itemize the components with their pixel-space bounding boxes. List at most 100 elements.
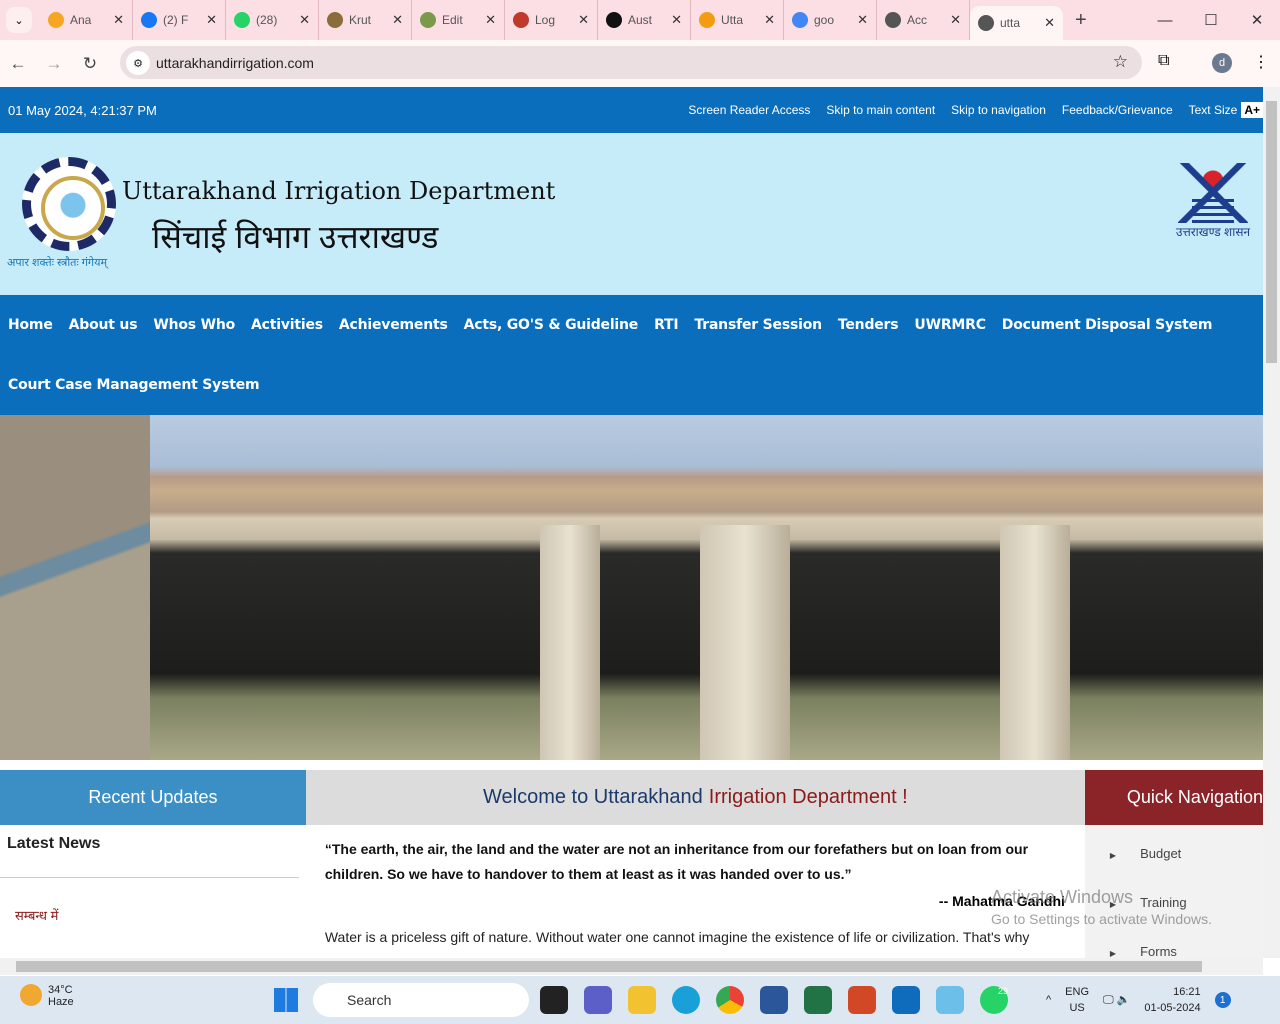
bullet-icon: ▶ xyxy=(1109,949,1117,958)
network-volume-icon[interactable]: 🖵 🔈 xyxy=(1103,993,1130,1007)
nav-item[interactable]: Acts, GO'S & Guideline xyxy=(464,295,639,355)
browser-tab[interactable]: utta ✕ xyxy=(970,6,1063,40)
system-tray: ^ ENG US 🖵 🔈 16:21 01-05-2024 1 xyxy=(1046,984,1231,1016)
weather-temp: 34°C xyxy=(48,984,73,996)
tab-close-icon[interactable]: ✕ xyxy=(485,12,496,28)
browser-tab[interactable]: Utta ✕ xyxy=(691,0,784,40)
clock[interactable]: 16:21 01-05-2024 xyxy=(1144,984,1200,1016)
profile-avatar[interactable]: d xyxy=(1212,53,1232,73)
whatsapp-icon[interactable]: 29 xyxy=(980,986,1008,1014)
tab-close-icon[interactable]: ✕ xyxy=(764,12,775,28)
menu-icon[interactable]: ⋮ xyxy=(1253,52,1269,72)
site-info-icon[interactable]: ⚙ xyxy=(126,51,150,75)
nav-item[interactable]: UWRMRC xyxy=(914,295,986,355)
tab-title: Aust xyxy=(628,13,653,27)
staircase-image-part xyxy=(0,415,150,760)
browser-tab[interactable]: (2) F ✕ xyxy=(133,0,226,40)
quick-nav-label: Budget xyxy=(1140,846,1182,861)
tab-close-icon[interactable]: ✕ xyxy=(1044,15,1055,31)
nav-item[interactable]: Court Case Management System xyxy=(8,355,260,415)
quick-nav-item[interactable]: ▶ Budget xyxy=(1085,825,1263,874)
paint-icon[interactable] xyxy=(936,986,964,1014)
browser-tab-bar: ⌄ Ana ✕ (2) F ✕ (28) ✕ Krut ✕ Edit ✕ Log ✕ Aust ✕ Utta… xyxy=(0,0,1280,40)
scrollbar-thumb[interactable] xyxy=(16,961,1202,972)
tab-title: Krut xyxy=(349,13,372,27)
tab-favicon-icon xyxy=(234,12,250,28)
bridge-pier xyxy=(540,525,600,760)
forward-button[interactable]: → xyxy=(36,54,72,74)
utility-bar: 01 May 2024, 4:21:37 PM Screen Reader Ac… xyxy=(0,87,1263,133)
nav-item[interactable]: Document Disposal System xyxy=(1002,295,1213,355)
scrollbar-thumb[interactable] xyxy=(1266,101,1277,363)
taskbar-apps: 29 xyxy=(540,986,1008,1014)
tab-favicon-icon xyxy=(513,12,529,28)
nav-item[interactable]: RTI xyxy=(654,295,679,355)
language-indicator[interactable]: ENG US xyxy=(1065,984,1089,1016)
browser-tab[interactable]: (28) ✕ xyxy=(226,0,319,40)
browser-tab[interactable]: Krut ✕ xyxy=(319,0,412,40)
nav-item[interactable]: Activities xyxy=(251,295,323,355)
browser-tab[interactable]: Ana ✕ xyxy=(40,0,133,40)
nav-item[interactable]: About us xyxy=(69,295,138,355)
browser-tab[interactable]: Aust ✕ xyxy=(598,0,691,40)
chrome-icon[interactable] xyxy=(716,986,744,1014)
maximize-button[interactable]: ☐ xyxy=(1188,0,1234,40)
powerpoint-icon[interactable] xyxy=(848,986,876,1014)
word-icon[interactable] xyxy=(760,986,788,1014)
nav-item[interactable]: Achievements xyxy=(339,295,448,355)
uttarakhand-government-logo[interactable]: उत्तराखण्ड शासन xyxy=(1167,163,1259,240)
vertical-scrollbar[interactable] xyxy=(1263,87,1280,958)
tab-favicon-icon xyxy=(327,12,343,28)
tab-close-icon[interactable]: ✕ xyxy=(113,12,124,28)
horizontal-scrollbar[interactable] xyxy=(0,958,1263,975)
lang-region: US xyxy=(1069,1002,1085,1014)
browser-tab[interactable]: Acc ✕ xyxy=(877,0,970,40)
store-icon[interactable] xyxy=(892,986,920,1014)
tab-close-icon[interactable]: ✕ xyxy=(671,12,682,28)
news-item[interactable]: सम्बन्ध में xyxy=(0,878,306,952)
address-bar[interactable]: ⚙ uttarakhandirrigation.com ☆ xyxy=(120,46,1142,79)
new-tab-button[interactable]: + xyxy=(1075,9,1087,32)
text-size-increase-button[interactable]: A+ xyxy=(1241,102,1263,118)
notification-badge[interactable]: 1 xyxy=(1214,992,1231,1008)
nav-item[interactable]: Whos Who xyxy=(153,295,235,355)
tab-favicon-icon xyxy=(606,12,622,28)
browser-tab[interactable]: goo ✕ xyxy=(784,0,877,40)
tab-close-icon[interactable]: ✕ xyxy=(578,12,589,28)
edge-icon[interactable] xyxy=(672,986,700,1014)
excel-icon[interactable] xyxy=(804,986,832,1014)
tab-close-icon[interactable]: ✕ xyxy=(950,12,961,28)
nav-item[interactable]: Home xyxy=(8,295,53,355)
minimize-button[interactable]: — xyxy=(1142,0,1188,40)
back-button[interactable]: ← xyxy=(0,54,36,74)
feedback-link[interactable]: Feedback/Grievance xyxy=(1062,103,1173,117)
taskbar-search[interactable]: Search xyxy=(313,983,529,1017)
bookmark-star-icon[interactable]: ☆ xyxy=(1113,52,1128,72)
tab-favicon-icon xyxy=(699,12,715,28)
skip-main-link[interactable]: Skip to main content xyxy=(826,103,935,117)
start-button[interactable] xyxy=(274,988,298,1012)
reload-button[interactable]: ↻ xyxy=(72,54,108,74)
tab-search-button[interactable]: ⌄ xyxy=(6,7,32,33)
tab-close-icon[interactable]: ✕ xyxy=(299,12,310,28)
close-window-button[interactable]: ✕ xyxy=(1234,0,1280,40)
text-size-label: Text Size xyxy=(1188,103,1238,117)
screen-reader-link[interactable]: Screen Reader Access xyxy=(688,103,810,117)
extensions-icon[interactable]: ⧉ xyxy=(1158,52,1169,70)
file-explorer-icon[interactable] xyxy=(628,986,656,1014)
weather-widget[interactable]: 34°C Haze xyxy=(20,984,74,1008)
nav-item[interactable]: Transfer Session xyxy=(694,295,822,355)
browser-tab[interactable]: Edit ✕ xyxy=(412,0,505,40)
tab-close-icon[interactable]: ✕ xyxy=(857,12,868,28)
show-hidden-icons[interactable]: ^ xyxy=(1046,994,1051,1006)
skip-nav-link[interactable]: Skip to navigation xyxy=(951,103,1046,117)
browser-tab[interactable]: Log ✕ xyxy=(505,0,598,40)
tab-favicon-icon xyxy=(885,12,901,28)
activate-windows-watermark: Activate Windows Go to Settings to activa… xyxy=(991,886,1212,930)
tab-close-icon[interactable]: ✕ xyxy=(206,12,217,28)
teams-icon[interactable] xyxy=(584,986,612,1014)
task-view-icon[interactable] xyxy=(540,986,568,1014)
nav-item[interactable]: Tenders xyxy=(838,295,899,355)
tab-close-icon[interactable]: ✕ xyxy=(392,12,403,28)
tab-title: (2) F xyxy=(163,13,189,27)
